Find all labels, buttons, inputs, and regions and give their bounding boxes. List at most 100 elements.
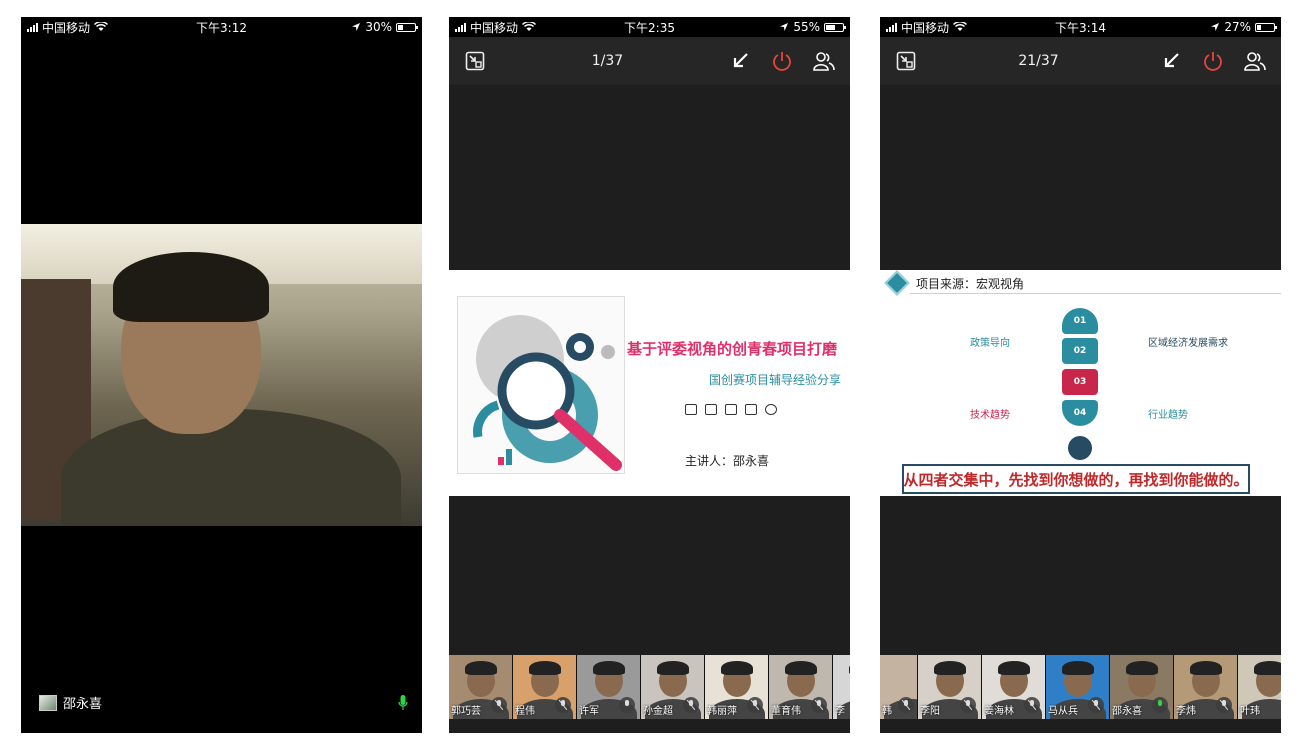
slide-conclusion: 从四者交集中，先找到你想做的，再找到你能做的。 <box>902 464 1250 494</box>
location-icon <box>1211 23 1220 31</box>
status-bar: 中国移动 下午3:14 27% <box>880 17 1281 37</box>
battery-percent: 27% <box>1224 20 1251 34</box>
participant-name: 李阳 <box>920 706 940 717</box>
signal-icon <box>455 22 466 32</box>
meeting-toolbar: 21/37 <box>880 37 1281 85</box>
shared-slide: 项目来源：宏观视角 01 02 03 04 政策导向 区域经济发展需求 技术趋势… <box>880 270 1281 496</box>
participant-name: 孙金超 <box>643 706 673 717</box>
status-bar: 中国移动 下午2:35 55% <box>449 17 850 37</box>
signal-icon <box>886 22 897 32</box>
participant-name: 李炜 <box>1176 706 1196 717</box>
pill-03: 03 <box>1062 369 1098 395</box>
mic-muted-icon <box>1216 697 1232 713</box>
carrier-label: 中国移动 <box>901 20 950 35</box>
participant-tile[interactable]: 程伟 <box>513 655 577 719</box>
carrier-label: 中国移动 <box>470 20 519 35</box>
participant-tile[interactable]: 韩丽萍 <box>705 655 769 719</box>
participant-name: 董育伟 <box>771 706 801 717</box>
participants-icon[interactable] <box>1243 49 1267 73</box>
clock: 下午3:12 <box>196 20 247 35</box>
clock-icon <box>765 404 777 415</box>
slide-presenter: 主讲人：邵永喜 <box>685 454 770 468</box>
clock: 下午3:14 <box>1055 20 1106 35</box>
mic-muted-icon <box>811 697 827 713</box>
participant-name: 邵永喜 <box>1112 706 1142 717</box>
clock: 下午2:35 <box>624 20 675 35</box>
pill-02: 02 <box>1062 338 1098 364</box>
participant-tile[interactable]: 叶玮 <box>1238 655 1281 719</box>
participant-tile[interactable]: 孙金超 <box>641 655 705 719</box>
battery-icon <box>823 22 846 32</box>
mic-muted-icon <box>747 697 763 713</box>
camera-icon <box>39 694 57 711</box>
participant-name: 李 <box>835 706 845 717</box>
monitor-icon <box>685 404 697 415</box>
label-industry: 行业趋势 <box>1148 410 1188 421</box>
participant-name: 韩丽萍 <box>707 706 737 717</box>
edit-icon <box>745 404 757 415</box>
pill-04: 04 <box>1062 400 1098 426</box>
phone-screen-video: 中国移动 下午3:12 30% 邵永喜 <box>21 17 422 733</box>
signal-icon <box>27 22 38 32</box>
participant-tile[interactable]: 许军 <box>577 655 641 719</box>
participant-name: 韩 <box>882 706 892 717</box>
participant-name: 郭巧芸 <box>451 706 481 717</box>
minimize-arrow-icon[interactable] <box>728 49 752 73</box>
carrier-label: 中国移动 <box>42 20 91 35</box>
location-icon <box>352 23 361 31</box>
slide-icon-row <box>685 404 777 415</box>
participant-strip[interactable]: 韩 李阳 姜海林 马从兵 邵永喜 李炜 叶玮 <box>880 655 1281 719</box>
pill-01: 01 <box>1062 308 1098 334</box>
participant-tile[interactable]: 董育伟 <box>769 655 833 719</box>
battery-icon <box>1254 22 1277 32</box>
document-icon <box>725 404 737 415</box>
participant-name: 许军 <box>579 706 599 717</box>
participant-name: 叶玮 <box>1240 706 1260 717</box>
mic-muted-icon <box>960 697 976 713</box>
label-regional: 区域经济发展需求 <box>1148 338 1228 349</box>
participant-tile[interactable]: 李炜 <box>1174 655 1238 719</box>
power-icon[interactable] <box>1201 49 1225 73</box>
participant-name: 姜海林 <box>984 706 1014 717</box>
shared-slide: 基于评委视角的创青春项目打磨 国创赛项目辅导经验分享 主讲人：邵永喜 <box>449 270 850 496</box>
power-icon[interactable] <box>770 49 794 73</box>
participant-name: 程伟 <box>515 706 535 717</box>
label-policy: 政策导向 <box>970 338 1010 349</box>
participant-tile[interactable]: 李阳 <box>918 655 982 719</box>
slide-page-counter: 21/37 <box>1018 53 1059 69</box>
speaker-name-tag: 邵永喜 <box>39 693 102 712</box>
mic-muted-icon <box>683 697 699 713</box>
wifi-icon <box>522 22 537 31</box>
mic-muted-icon <box>898 697 914 713</box>
mic-muted-icon <box>1088 697 1104 713</box>
mic-muted-icon <box>491 697 507 713</box>
participant-tile[interactable]: 韩 <box>880 655 918 719</box>
mic-icon[interactable] <box>398 695 408 715</box>
slide-heading: 项目来源：宏观视角 <box>916 276 1025 291</box>
battery-percent: 30% <box>365 20 392 34</box>
mic-icon <box>619 697 635 713</box>
exit-fullscreen-icon[interactable] <box>463 49 487 73</box>
exit-fullscreen-icon[interactable] <box>894 49 918 73</box>
diamond-icon <box>884 270 910 296</box>
participant-tile[interactable]: 李 <box>833 655 850 719</box>
participant-tile[interactable]: 马从兵 <box>1046 655 1110 719</box>
participants-icon[interactable] <box>812 49 836 73</box>
mic-icon <box>1152 697 1168 713</box>
mic-muted-icon <box>555 697 571 713</box>
battery-percent: 55% <box>793 20 820 34</box>
slide-subtitle: 国创赛项目辅导经验分享 <box>709 373 842 387</box>
slide-title: 基于评委视角的创青春项目打磨 <box>627 340 838 358</box>
phone-screen-slide-title: 中国移动 下午2:35 55% 1/37 基于评委视角的创青春项目打磨 国创赛项… <box>449 17 850 733</box>
minimize-arrow-icon[interactable] <box>1159 49 1183 73</box>
participant-tile[interactable]: 姜海林 <box>982 655 1046 719</box>
slide-heading-row: 项目来源：宏观视角 <box>884 270 1025 296</box>
participant-tile[interactable]: 邵永喜 <box>1110 655 1174 719</box>
participant-strip[interactable]: 郭巧芸 程伟 许军 孙金超 韩丽萍 董育伟 李 <box>449 655 850 719</box>
speaker-name: 邵永喜 <box>63 697 103 712</box>
battery-icon <box>395 22 418 32</box>
participant-tile[interactable]: 郭巧芸 <box>449 655 513 719</box>
status-bar: 中国移动 下午3:12 30% <box>21 17 422 37</box>
wifi-icon <box>94 22 109 31</box>
mic-muted-icon <box>1024 697 1040 713</box>
